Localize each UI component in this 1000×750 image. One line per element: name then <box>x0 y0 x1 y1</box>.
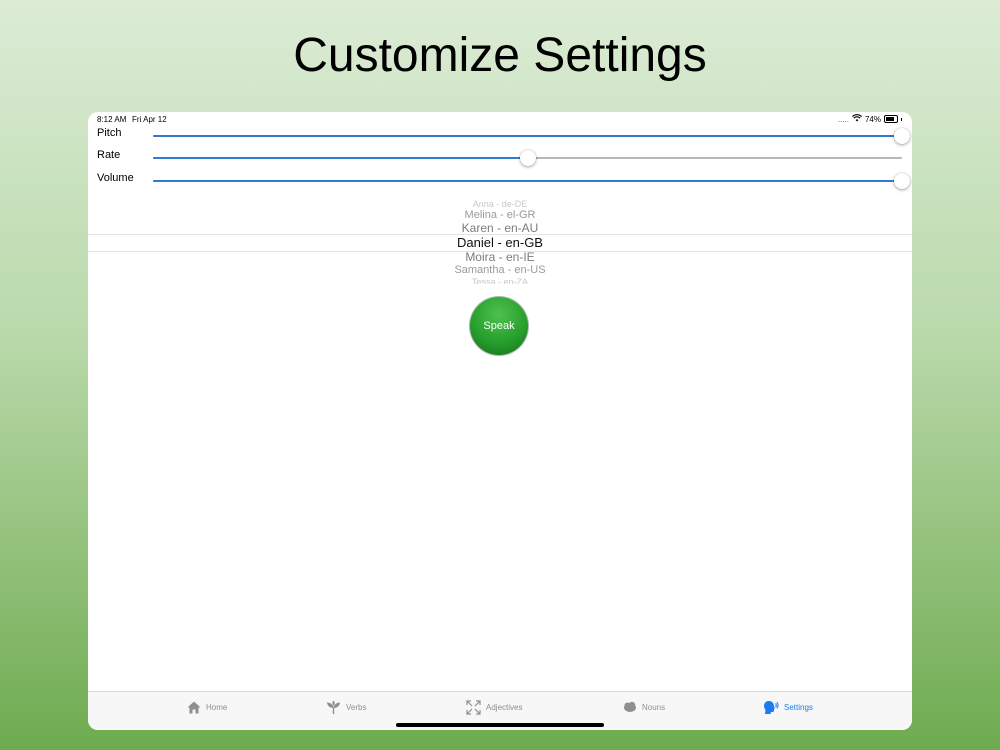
home-icon <box>187 701 201 714</box>
speak-button[interactable]: Speak <box>470 297 528 355</box>
tab-settings[interactable]: Settings <box>763 699 813 715</box>
voice-picker[interactable]: Anna - de-DE Melina - el-GR Karen - en-A… <box>88 200 912 284</box>
cloud-icon <box>623 701 637 713</box>
tab-verbs[interactable]: Verbs <box>326 699 366 715</box>
status-time: 8:12 AM <box>97 115 127 124</box>
picker-item-selected[interactable]: Daniel - en-GB <box>88 236 912 249</box>
battery-icon <box>884 115 898 123</box>
signal-dots: ..... <box>837 114 849 124</box>
rate-slider-row: Rate <box>88 147 912 167</box>
picker-item[interactable]: Karen - en-AU <box>88 222 912 235</box>
tab-nouns-label: Nouns <box>642 702 666 712</box>
pitch-label: Pitch <box>97 127 122 139</box>
rate-label: Rate <box>97 149 121 161</box>
volume-slider[interactable] <box>153 173 910 189</box>
volume-slider-thumb[interactable] <box>894 173 910 189</box>
status-date: Fri Apr 12 <box>132 115 167 124</box>
pitch-slider-row: Pitch <box>88 125 912 145</box>
ipad-screen: 8:12 AM Fri Apr 12 ..... 74% Pitch Rate … <box>88 112 912 730</box>
picker-item[interactable]: Moira - en-IE <box>88 251 912 264</box>
pitch-slider-thumb[interactable] <box>894 128 910 144</box>
speaking-head-icon <box>763 700 779 715</box>
home-indicator <box>396 723 604 727</box>
tab-settings-label: Settings <box>784 702 813 712</box>
tab-nouns[interactable]: Nouns <box>623 699 665 715</box>
tab-verbs-label: Verbs <box>346 702 367 712</box>
volume-slider-row: Volume <box>88 170 912 190</box>
status-indicators: ..... 74% <box>838 114 902 124</box>
pitch-slider[interactable] <box>153 128 910 144</box>
tab-bar: Home Verbs Adjectives Nouns Settings <box>88 691 912 730</box>
rate-slider-fill <box>153 157 528 159</box>
pitch-slider-fill <box>153 135 902 137</box>
volume-label: Volume <box>97 172 134 184</box>
tab-adjectives-label: Adjectives <box>486 702 523 712</box>
tab-home-label: Home <box>206 702 228 712</box>
rate-slider[interactable] <box>153 150 902 166</box>
tab-home[interactable]: Home <box>187 699 227 715</box>
battery-percent: 74% <box>864 114 881 124</box>
status-bar: 8:12 AM Fri Apr 12 ..... 74% <box>88 112 912 126</box>
page-headline: Customize Settings <box>293 29 707 82</box>
tab-adjectives[interactable]: Adjectives <box>466 699 522 715</box>
picker-item[interactable]: Tessa - en-ZA <box>88 276 912 284</box>
volume-slider-fill <box>153 180 902 182</box>
battery-tip <box>901 117 902 121</box>
expand-arrows-icon <box>466 699 481 715</box>
rate-slider-thumb[interactable] <box>519 150 536 166</box>
wifi-icon <box>852 114 862 124</box>
plant-icon <box>326 700 341 714</box>
